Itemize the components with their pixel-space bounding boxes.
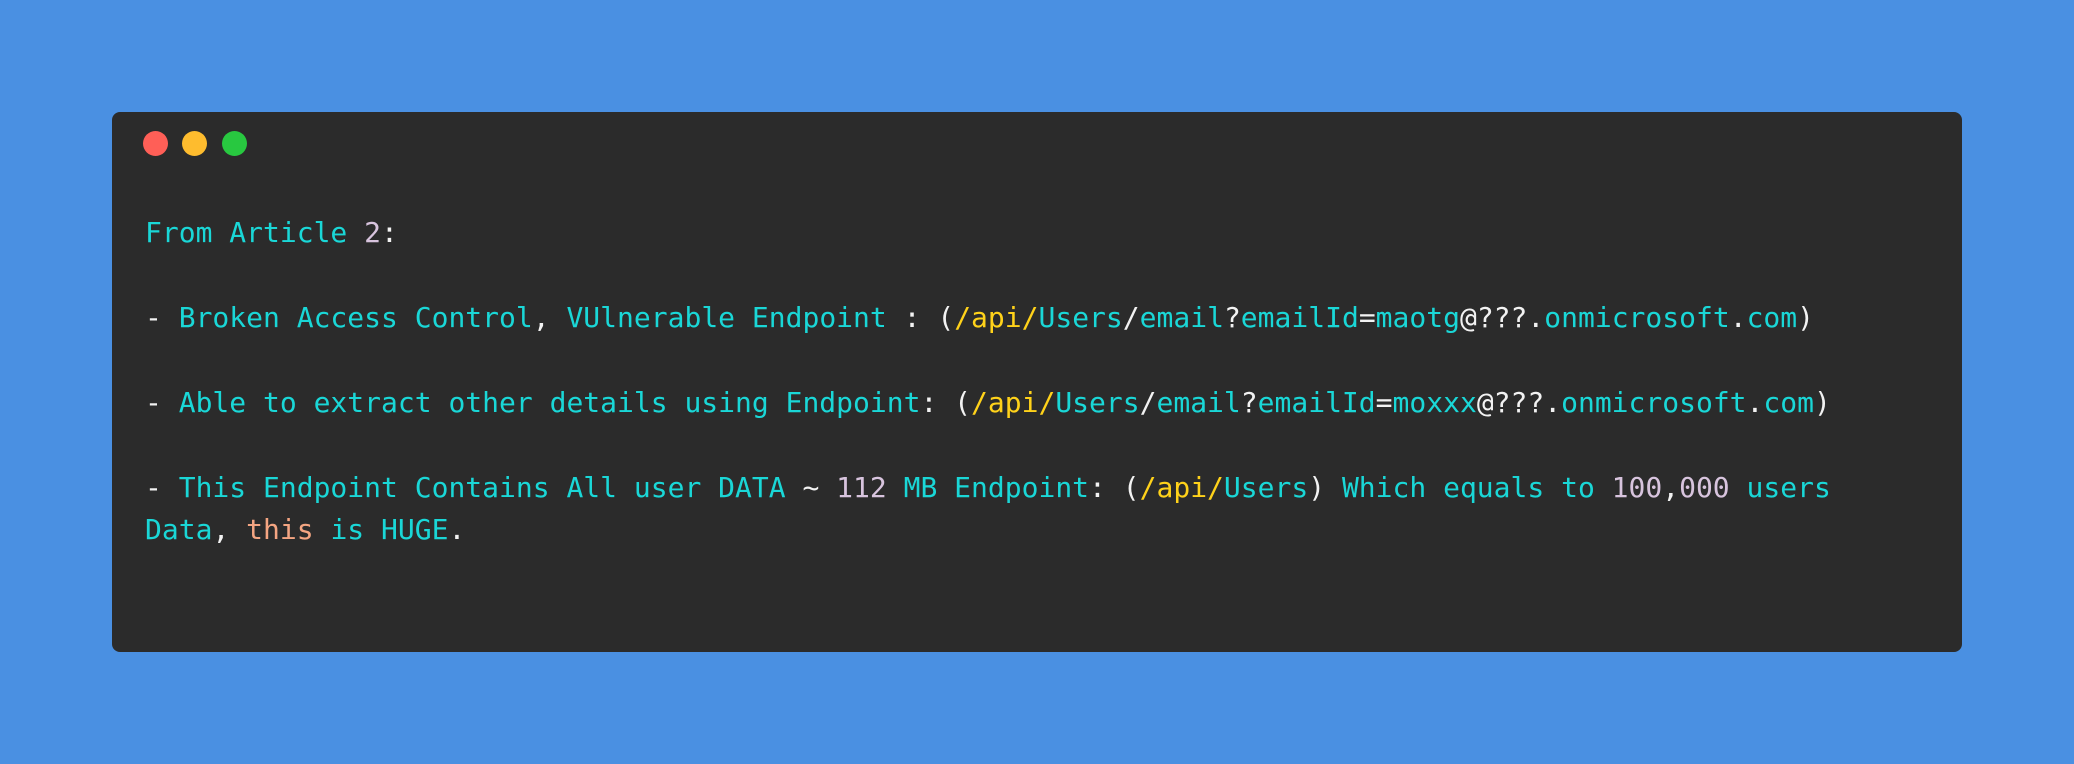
- code-token: emailId: [1257, 386, 1376, 419]
- code-token: ): [1797, 301, 1814, 334]
- code-token: -: [145, 471, 179, 504]
- code-line: Data, this is HUGE.: [145, 509, 1831, 551]
- code-token: 100: [1611, 471, 1663, 504]
- code-token: /: [1139, 386, 1157, 419]
- code-token: Users: [1223, 471, 1309, 504]
- code-token: onmicrosoft: [1561, 386, 1747, 419]
- code-token: .: [1746, 386, 1764, 419]
- code-token: onmicrosoft: [1544, 301, 1730, 334]
- code-token: email: [1139, 301, 1224, 334]
- code-token: ?: [1223, 301, 1241, 334]
- code-token: /api/: [954, 301, 1039, 334]
- code-token: Which equals to: [1341, 471, 1612, 504]
- code-token: 000: [1679, 471, 1730, 504]
- code-token: .: [448, 513, 466, 546]
- code-token: com: [1763, 386, 1814, 419]
- code-token: com: [1746, 301, 1798, 334]
- minimize-window-button[interactable]: [182, 131, 207, 156]
- code-token: : (: [1089, 471, 1140, 504]
- code-token: email: [1156, 386, 1241, 419]
- code-token: ,: [1662, 471, 1680, 504]
- code-token: ?: [1240, 386, 1258, 419]
- code-token: :: [381, 216, 398, 249]
- code-token: users: [1729, 471, 1831, 504]
- code-token: /api/: [971, 386, 1056, 419]
- code-token: -: [145, 301, 179, 334]
- code-token: 2: [364, 216, 382, 249]
- code-token: @???.: [1459, 301, 1545, 334]
- code-token: This Endpoint Contains All user DATA: [178, 471, 786, 504]
- code-token: ): [1813, 386, 1831, 419]
- code-block: From Article 2: - Broken Access Control, …: [145, 212, 1831, 551]
- code-token: -: [145, 386, 179, 419]
- code-token: ~: [785, 471, 837, 504]
- code-token: VUlnerable Endpoint: [566, 301, 887, 334]
- code-token: @???.: [1476, 386, 1562, 419]
- code-line: - Able to extract other details using En…: [145, 382, 1831, 424]
- code-token: ): [1308, 471, 1342, 504]
- code-token: maotg: [1375, 301, 1460, 334]
- code-token: Data: [145, 513, 213, 546]
- close-window-button[interactable]: [143, 131, 168, 156]
- code-token: Broken Access Control: [178, 301, 533, 334]
- code-token: emailId: [1240, 301, 1359, 334]
- code-line: From Article 2:: [145, 212, 1831, 254]
- code-token: /api/: [1139, 471, 1224, 504]
- code-token: Able to extract other details using Endp…: [178, 386, 921, 419]
- code-token: moxxx: [1392, 386, 1477, 419]
- code-token: MB Endpoint: [886, 471, 1090, 504]
- code-token: .: [1729, 301, 1747, 334]
- code-token: Users: [1038, 301, 1123, 334]
- code-token: From Article: [145, 216, 365, 249]
- code-token: Users: [1055, 386, 1140, 419]
- code-token: ,: [532, 301, 567, 334]
- code-token: =: [1375, 386, 1393, 419]
- code-token: : (: [886, 301, 955, 334]
- code-token: is HUGE: [313, 513, 449, 546]
- maximize-window-button[interactable]: [222, 131, 247, 156]
- code-token: =: [1358, 301, 1376, 334]
- code-token: : (: [920, 386, 972, 419]
- code-token: ,: [212, 513, 247, 546]
- code-token: 112: [836, 471, 887, 504]
- code-token: /: [1122, 301, 1140, 334]
- code-line: - This Endpoint Contains All user DATA ~…: [145, 467, 1831, 509]
- code-line: - Broken Access Control, VUlnerable Endp…: [145, 297, 1831, 339]
- code-token: this: [246, 513, 314, 546]
